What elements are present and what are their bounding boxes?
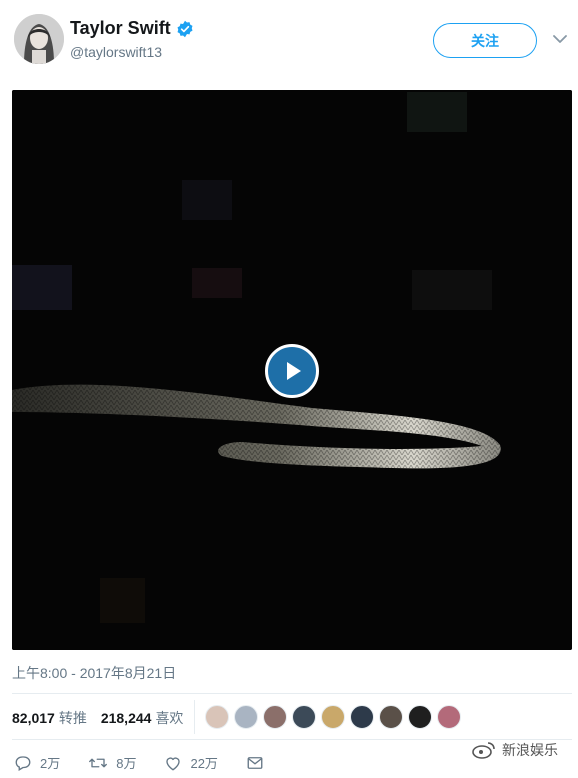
retweets-count[interactable]: 82,017 xyxy=(12,710,55,726)
video-player[interactable] xyxy=(12,90,572,650)
profile-avatar[interactable] xyxy=(14,14,64,64)
divider xyxy=(12,693,572,694)
liker-avatar[interactable] xyxy=(205,705,229,729)
reply-icon xyxy=(15,755,31,771)
direct-message-button[interactable] xyxy=(246,754,272,772)
retweet-icon xyxy=(89,758,108,767)
liker-avatar[interactable] xyxy=(408,705,432,729)
retweets-label[interactable]: 转推 xyxy=(59,708,87,728)
liker-avatar[interactable] xyxy=(292,705,316,729)
reply-count: 2万 xyxy=(40,756,61,771)
liker-avatar[interactable] xyxy=(379,705,403,729)
reply-button[interactable]: 2万 xyxy=(14,753,60,772)
liker-avatar[interactable] xyxy=(350,705,374,729)
play-icon xyxy=(287,362,301,380)
play-button[interactable] xyxy=(265,344,319,398)
chevron-down-icon[interactable] xyxy=(553,34,567,44)
divider xyxy=(194,700,195,734)
liker-avatar[interactable] xyxy=(437,705,461,729)
tweet-card: Taylor Swift @taylorswift13 关注 上午8:00 - … xyxy=(0,0,578,778)
engagement-stats: 82,017 转推 218,244 喜欢 xyxy=(12,708,183,728)
likes-count[interactable]: 218,244 xyxy=(101,710,152,726)
like-count: 22万 xyxy=(190,756,218,771)
liker-avatar[interactable] xyxy=(234,705,258,729)
retweet-count: 8万 xyxy=(116,756,137,771)
author-handle[interactable]: @taylorswift13 xyxy=(70,44,162,60)
retweet-button[interactable]: 8万 xyxy=(88,753,136,772)
liker-avatars xyxy=(205,705,466,729)
envelope-icon xyxy=(247,756,263,769)
watermark-text: 新浪娱乐 xyxy=(502,742,558,758)
tweet-actions: 2万 8万 22万 xyxy=(14,753,300,772)
like-button[interactable]: 22万 xyxy=(164,753,218,772)
watermark: 新浪娱乐 xyxy=(472,740,558,760)
sina-logo-icon xyxy=(472,742,495,759)
author-name-row: Taylor Swift xyxy=(70,18,194,39)
author-display-name[interactable]: Taylor Swift xyxy=(70,18,171,39)
liker-avatar[interactable] xyxy=(263,705,287,729)
liker-avatar[interactable] xyxy=(321,705,345,729)
heart-icon xyxy=(166,756,181,770)
follow-button[interactable]: 关注 xyxy=(433,23,537,58)
tweet-timestamp[interactable]: 上午8:00 - 2017年8月21日 xyxy=(12,663,176,683)
likes-label[interactable]: 喜欢 xyxy=(155,708,183,728)
verified-badge-icon xyxy=(177,20,193,37)
